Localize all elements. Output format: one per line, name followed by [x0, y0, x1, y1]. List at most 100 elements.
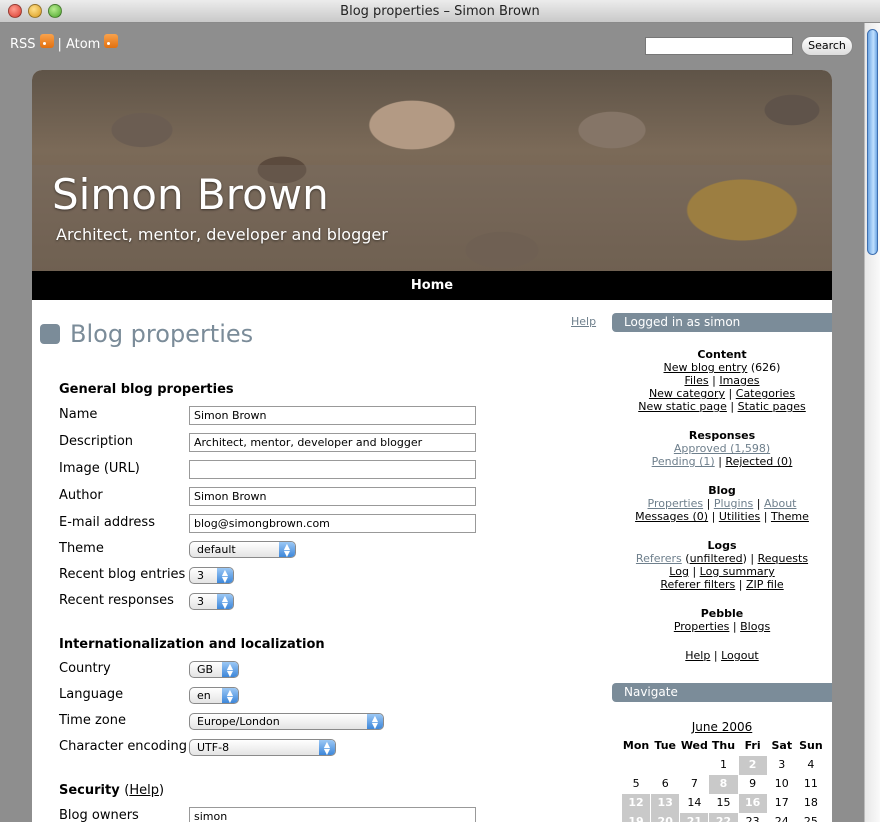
description-field[interactable]: Architect, mentor, developer and blogger	[189, 433, 476, 452]
calendar-day: 11	[803, 777, 818, 790]
theme-link[interactable]: Theme	[771, 510, 809, 523]
recent-responses-select[interactable]: 3 ▲ ▼	[189, 593, 234, 610]
language-value: en	[197, 689, 211, 702]
requests-link[interactable]: Requests	[758, 552, 808, 565]
new-category-link[interactable]: New category	[649, 387, 725, 400]
blog-properties-link[interactable]: Properties	[648, 497, 704, 510]
logs-line-2: Log | Log summary	[612, 565, 832, 578]
close-window-button[interactable]	[8, 4, 22, 18]
site-title[interactable]: Simon Brown	[52, 170, 329, 219]
blog-line-2: Messages (0) | Utilities | Theme	[612, 510, 832, 523]
vertical-scrollbar[interactable]	[864, 23, 880, 822]
email-field[interactable]: blog@simongbrown.com	[189, 514, 476, 533]
calendar-day[interactable]: 2	[738, 756, 767, 775]
security-help-paren-close: )	[158, 783, 165, 798]
sidebar-help-link[interactable]: Help	[685, 649, 710, 662]
referer-filters-link[interactable]: Referer filters	[660, 578, 735, 591]
country-select[interactable]: GB ▲ ▼	[189, 661, 239, 678]
about-link[interactable]: About	[764, 497, 797, 510]
calendar-day[interactable]: 13	[651, 794, 680, 813]
approved-responses-link[interactable]: Approved (1,598)	[674, 442, 770, 455]
theme-select[interactable]: default ▲ ▼	[189, 541, 296, 558]
unfiltered-link[interactable]: unfiltered	[690, 552, 743, 565]
pending-responses-link[interactable]: Pending (1)	[652, 455, 715, 468]
calendar-day[interactable]: 12	[622, 794, 651, 813]
content-line-2: Files | Images	[612, 374, 832, 387]
pebble-properties-link[interactable]: Properties	[674, 620, 730, 633]
blog-title: Blog	[708, 484, 736, 497]
zip-file-link[interactable]: ZIP file	[746, 578, 784, 591]
calendar-day: 5	[632, 777, 640, 790]
security-help-link[interactable]: Help	[129, 783, 159, 798]
calendar-day[interactable]: 16	[738, 794, 767, 813]
calendar-day[interactable]: 20	[651, 813, 680, 822]
sidebar-responses-block: Responses Approved (1,598) Pending (1) |…	[612, 429, 832, 468]
calendar-day[interactable]: 21	[680, 813, 709, 822]
link-separator: |	[713, 649, 718, 662]
language-select[interactable]: en ▲ ▼	[189, 687, 239, 704]
files-link[interactable]: Files	[684, 374, 708, 387]
images-link[interactable]: Images	[719, 374, 759, 387]
feed-links: RSS | Atom	[10, 33, 119, 52]
messages-link[interactable]: Messages (0)	[635, 510, 708, 523]
calendar-day: 6	[661, 777, 669, 790]
rss-link[interactable]: RSS	[10, 37, 36, 52]
select-arrows-icon: ▲ ▼	[222, 662, 238, 678]
timezone-select[interactable]: Europe/London ▲ ▼	[189, 713, 384, 730]
content-title: Content	[697, 348, 747, 361]
sidebar-pebble-block: Pebble Properties | Blogs	[612, 607, 832, 633]
logout-link[interactable]: Logout	[721, 649, 759, 662]
new-blog-entry-link[interactable]: New blog entry	[664, 361, 748, 374]
referers-link[interactable]: Referers	[636, 552, 682, 565]
calendar-day: 17	[774, 796, 789, 809]
calendar-day[interactable]: 22	[709, 813, 738, 822]
atom-feed-icon[interactable]	[104, 33, 119, 48]
log-summary-link[interactable]: Log summary	[700, 565, 775, 578]
link-separator: |	[750, 552, 755, 565]
help-link[interactable]: Help	[571, 315, 596, 328]
security-title-text: Security	[59, 783, 120, 798]
owners-field[interactable]: simon	[189, 807, 476, 822]
blogs-link[interactable]: Blogs	[740, 620, 770, 633]
zoom-window-button[interactable]	[48, 4, 62, 18]
entry-count: (626)	[750, 361, 781, 374]
search-button[interactable]: Search	[801, 36, 853, 56]
static-pages-link[interactable]: Static pages	[738, 400, 806, 413]
minimize-window-button[interactable]	[28, 4, 42, 18]
scrollbar-thumb[interactable]	[867, 29, 878, 255]
rss-feed-icon[interactable]	[39, 33, 54, 48]
nav-home-link[interactable]: Home	[411, 278, 453, 293]
link-separator: |	[730, 400, 735, 413]
email-label: E-mail address	[59, 515, 155, 530]
page-title: Blog properties	[70, 320, 254, 348]
encoding-select[interactable]: UTF-8 ▲ ▼	[189, 739, 336, 756]
calendar-weekday: Mon	[622, 739, 650, 752]
categories-link[interactable]: Categories	[736, 387, 795, 400]
atom-link[interactable]: Atom	[66, 37, 100, 52]
recent-responses-label: Recent responses	[59, 593, 174, 608]
calendar-day[interactable]: 8	[709, 775, 738, 794]
search-input[interactable]	[645, 37, 793, 55]
calendar-weekday: Sat	[771, 739, 793, 752]
rejected-responses-link[interactable]: Rejected (0)	[725, 455, 792, 468]
name-field[interactable]: Simon Brown	[189, 406, 476, 425]
new-static-page-link[interactable]: New static page	[638, 400, 727, 413]
calendar-weekday: Wed	[680, 739, 708, 752]
content-line-3: New category | Categories	[612, 387, 832, 400]
calendar-week-row: 12 13 14 15 16 17 18	[622, 794, 826, 813]
calendar-week-row: 19 20 21 22 23 24 25	[622, 813, 826, 822]
calendar-day: 4	[807, 758, 815, 771]
calendar-day[interactable]: 19	[622, 813, 651, 822]
sidebar-logs-block: Logs Referers (unfiltered) | Requests Lo…	[612, 539, 832, 591]
section-general-title: General blog properties	[59, 382, 234, 397]
author-field[interactable]: Simon Brown	[189, 487, 476, 506]
plugins-link[interactable]: Plugins	[714, 497, 753, 510]
log-link[interactable]: Log	[669, 565, 689, 578]
recent-entries-label: Recent blog entries	[59, 567, 186, 582]
recent-entries-select[interactable]: 3 ▲ ▼	[189, 567, 234, 584]
utilities-link[interactable]: Utilities	[719, 510, 760, 523]
calendar-day: 1	[719, 758, 727, 771]
image-url-field[interactable]	[189, 460, 476, 479]
calendar-month-link[interactable]: June 2006	[612, 720, 832, 734]
recent-responses-value: 3	[197, 595, 204, 608]
